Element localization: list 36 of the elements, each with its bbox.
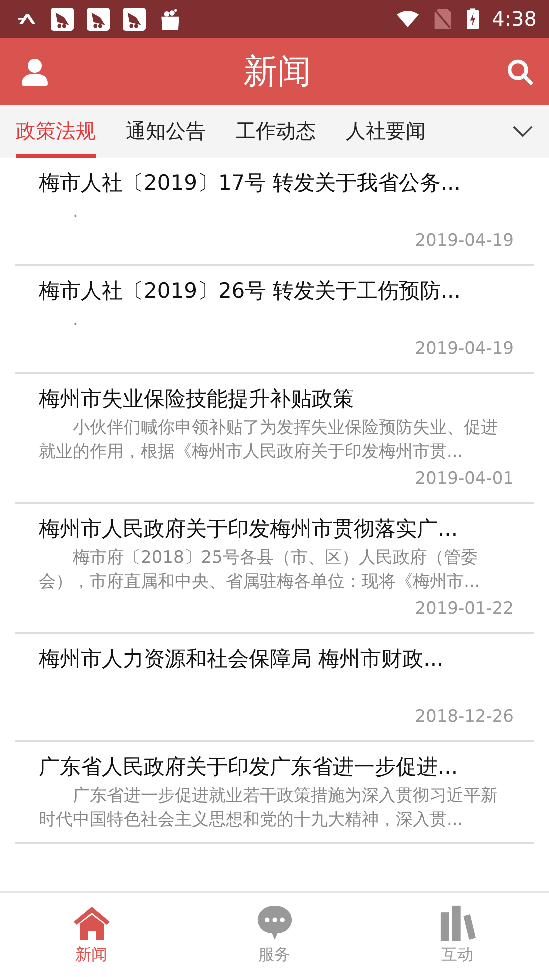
chat-bubble-icon: [256, 904, 294, 940]
news-summary: 广东省进一步促进就业若干政策措施为深入贯彻习近平新时代中国特色社会主义思想和党的十九大精神，深入贯...: [39, 785, 499, 832]
user-icon[interactable]: [22, 58, 48, 86]
wifi-icon: [397, 9, 420, 29]
nav-tab[interactable]: 新闻: [0, 893, 183, 977]
category-tab[interactable]: 工作动态: [236, 109, 316, 158]
app-icon: [51, 8, 74, 30]
app-icon: [18, 13, 38, 25]
bag-icon: [159, 8, 182, 30]
chevron-down-icon[interactable]: [513, 126, 533, 137]
news-title[interactable]: 梅市人社〔2019〕26号 转发关于工伤预防...: [39, 276, 514, 306]
category-tab[interactable]: 通知公告: [126, 109, 206, 158]
app-icon: [87, 8, 110, 30]
category-tab[interactable]: 人社要闻: [346, 109, 426, 158]
news-summary: 小伙伴们喊你申领补贴了为发挥失业保险预防失业、促进就业的作用，根据《梅州市人民政府关于印发梅州市贯...: [39, 417, 499, 464]
news-summary: .: [72, 201, 80, 224]
news-date: 2019-04-01: [414, 468, 514, 491]
news-date: 2019-04-19: [414, 338, 514, 361]
news-title[interactable]: 梅州市失业保险技能提升补贴政策: [39, 384, 514, 414]
page-title: 新闻: [244, 50, 312, 94]
books-icon: [438, 904, 476, 940]
battery-icon: [467, 8, 480, 30]
category-tab[interactable]: 政策法规: [16, 109, 96, 158]
news-title[interactable]: 广东省人民政府关于印发广东省进一步促进...: [39, 752, 514, 782]
news-summary: 梅市府〔2018〕25号各县（市、区）人民政府（管委会），市府直属和中央、省属驻梅各单位：现将《梅州市...: [39, 547, 482, 594]
news-date: 2018-12-26: [414, 706, 514, 729]
news-date: 2019-04-19: [414, 230, 514, 253]
news-summary: .: [72, 309, 80, 332]
news-title[interactable]: 梅市人社〔2019〕17号 转发关于我省公务...: [39, 168, 514, 198]
clock-time: 4:38: [492, 7, 537, 31]
news-title[interactable]: 梅州市人民政府关于印发梅州市贯彻落实广...: [39, 514, 514, 544]
search-icon[interactable]: [507, 58, 533, 86]
news-title[interactable]: 梅州市人力资源和社会保障局 梅州市财政...: [39, 644, 514, 674]
app-icon: [123, 8, 146, 30]
home-icon: [72, 904, 110, 940]
news-date: 2019-01-22: [414, 598, 514, 621]
